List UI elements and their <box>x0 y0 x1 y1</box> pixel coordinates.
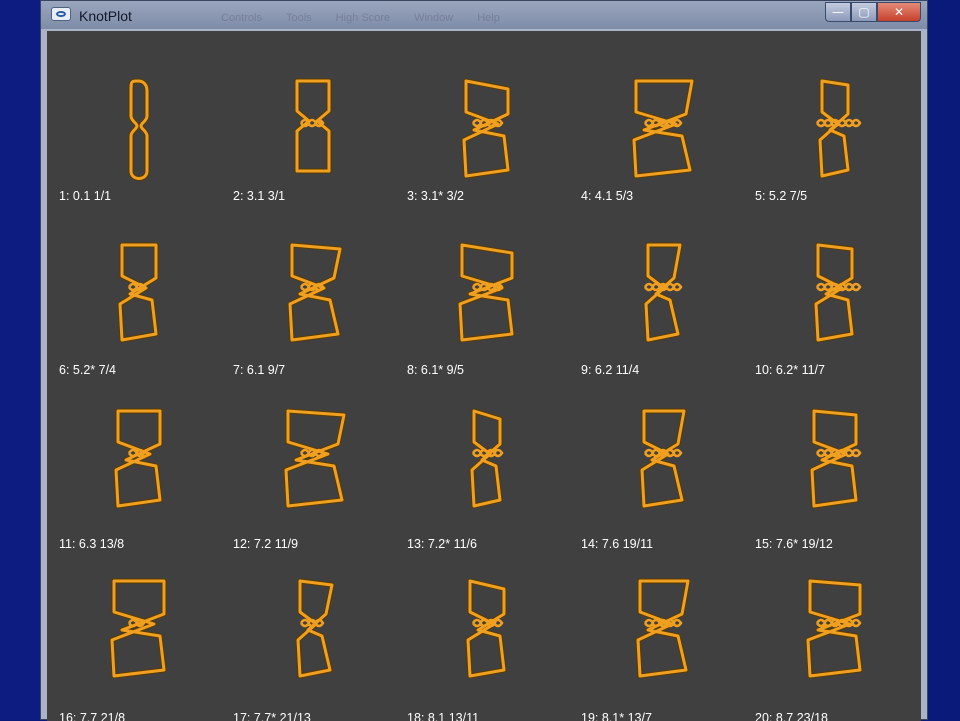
knot-label-15: 15: 7.6* 19/12 <box>755 537 833 551</box>
desktop-background-right <box>928 0 960 720</box>
knotplot-app-icon <box>51 7 71 21</box>
knot-diagram-16[interactable] <box>99 571 179 686</box>
knot-diagram-2[interactable] <box>273 71 353 186</box>
knot-diagram-17[interactable] <box>273 571 353 686</box>
knot-diagram-20[interactable] <box>795 571 875 686</box>
knot-diagram-3[interactable] <box>447 71 527 186</box>
knot-diagram-18[interactable] <box>447 571 527 686</box>
knot-label-8: 8: 6.1* 9/5 <box>407 363 464 377</box>
knot-diagram-5[interactable] <box>795 71 875 186</box>
menu-high-score[interactable]: High Score <box>336 12 390 24</box>
close-button[interactable]: ✕ <box>877 2 921 22</box>
knot-label-9: 9: 6.2 11/4 <box>581 363 640 377</box>
knot-label-5: 5: 5.2 7/5 <box>755 189 808 203</box>
knot-diagram-8[interactable] <box>447 235 527 350</box>
knot-label-11: 11: 6.3 13/8 <box>59 537 125 551</box>
knot-diagram-12[interactable] <box>273 401 353 516</box>
knot-label-10: 10: 6.2* 11/7 <box>755 363 825 377</box>
title-bar[interactable]: KnotPlot Controls Tools High Score Windo… <box>41 1 927 29</box>
window-controls: — ▢ ✕ <box>825 2 921 22</box>
knot-diagram-9[interactable] <box>621 235 701 350</box>
knot-diagram-1[interactable] <box>99 71 179 186</box>
knot-label-3: 3: 3.1* 3/2 <box>407 189 464 203</box>
minimize-icon: — <box>832 5 844 19</box>
knot-diagram-6[interactable] <box>99 235 179 350</box>
knot-label-12: 12: 7.2 11/9 <box>233 537 299 551</box>
knot-label-14: 14: 7.6 19/11 <box>581 537 654 551</box>
knot-label-2: 2: 3.1 3/1 <box>233 189 286 203</box>
window-title: KnotPlot <box>79 8 132 24</box>
knot-diagram-19[interactable] <box>621 571 701 686</box>
knot-diagram-11[interactable] <box>99 401 179 516</box>
knot-label-6: 6: 5.2* 7/4 <box>59 363 116 377</box>
maximize-button[interactable]: ▢ <box>851 2 877 22</box>
knot-diagram-15[interactable] <box>795 401 875 516</box>
maximize-icon: ▢ <box>858 5 870 19</box>
knot-diagram-13[interactable] <box>447 401 527 516</box>
menu-window[interactable]: Window <box>414 12 453 24</box>
menu-controls[interactable]: Controls <box>221 12 262 24</box>
menu-tools[interactable]: Tools <box>286 12 312 24</box>
knot-label-1: 1: 0.1 1/1 <box>59 189 112 203</box>
knot-label-4: 4: 4.1 5/3 <box>581 189 634 203</box>
menu-bar: Controls Tools High Score Window Help <box>221 12 500 24</box>
desktop-background <box>0 0 40 720</box>
knotplot-window: KnotPlot Controls Tools High Score Windo… <box>40 0 928 721</box>
knot-diagram-10[interactable] <box>795 235 875 350</box>
close-icon: ✕ <box>893 5 905 19</box>
knot-diagram-7[interactable] <box>273 235 353 350</box>
knot-diagram-14[interactable] <box>621 401 701 516</box>
menu-help[interactable]: Help <box>477 12 500 24</box>
minimize-button[interactable]: — <box>825 2 851 22</box>
knot-label-7: 7: 6.1 9/7 <box>233 363 286 377</box>
knot-gallery-canvas[interactable]: 1: 0.1 1/1 2: 3.1 3/1 3: 3.1* 3/2 4: 4.1 5/… <box>47 31 921 721</box>
knot-diagram-4[interactable] <box>621 71 701 186</box>
knot-label-13: 13: 7.2* 11/6 <box>407 537 477 551</box>
